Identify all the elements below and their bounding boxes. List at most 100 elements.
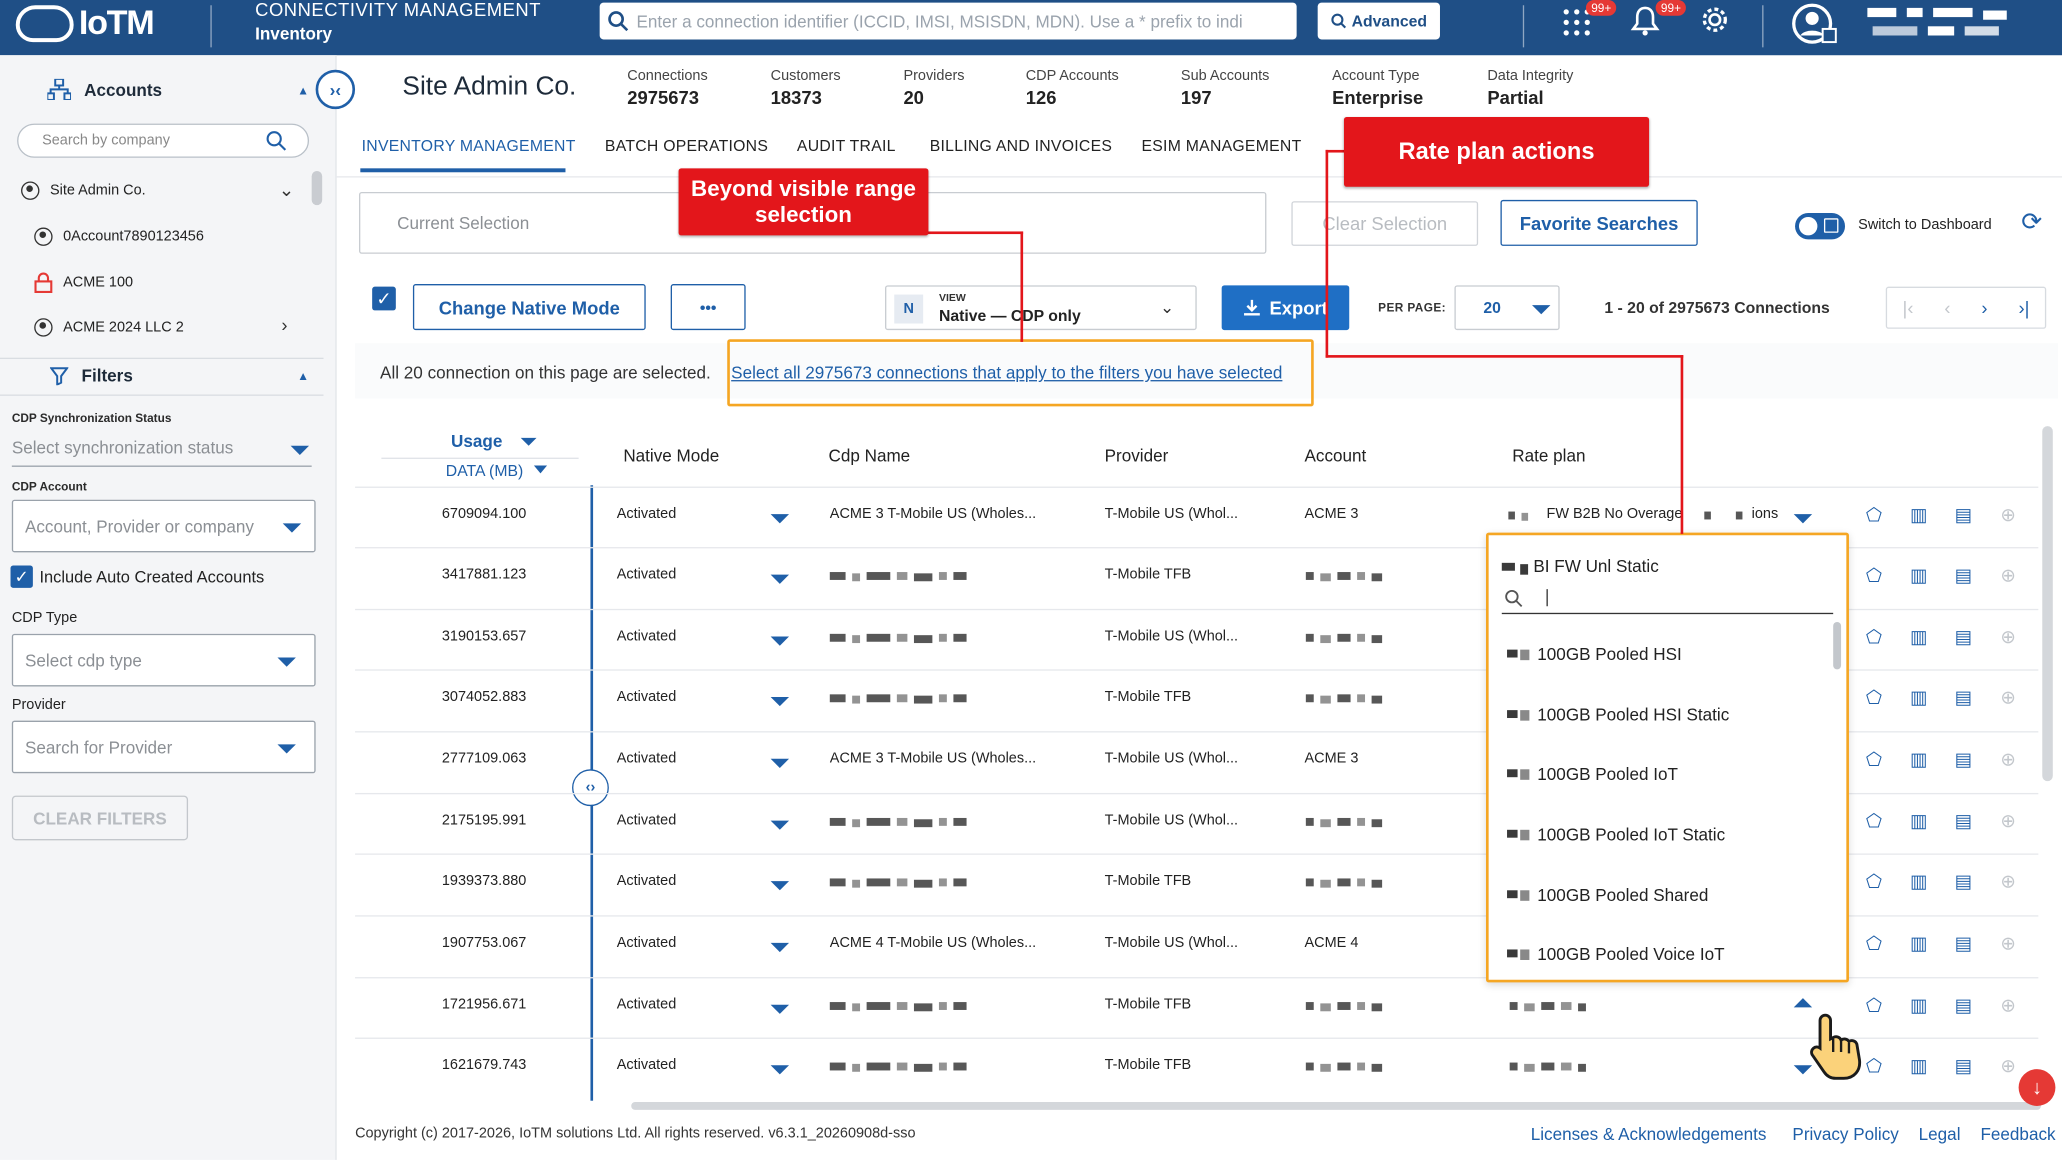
rate-plan-dropdown-icon[interactable]	[1793, 514, 1813, 524]
accounts-scrollbar[interactable]	[311, 170, 323, 206]
licenses-link[interactable]: Licenses & Acknowledgements	[1531, 1124, 1767, 1144]
label-icon[interactable]: ⬠	[1862, 810, 1886, 831]
chart-icon[interactable]: ▥	[1907, 686, 1931, 707]
add-doc-icon[interactable]: ⊕	[1996, 626, 2020, 647]
tab-inventory-management[interactable]: INVENTORY MANAGEMENT	[362, 137, 576, 155]
native-mode-dropdown-icon[interactable]	[770, 1065, 790, 1075]
sort-icon[interactable]	[533, 465, 548, 474]
add-doc-icon[interactable]: ⊕	[1996, 871, 2020, 892]
sidebar-collapse-icon[interactable]: ›‹	[315, 69, 356, 110]
cdp-type-select[interactable]: Select cdp type	[11, 633, 316, 687]
favorite-searches-button[interactable]: Favorite Searches	[1500, 199, 1698, 246]
add-doc-icon[interactable]: ⊕	[1996, 564, 2020, 585]
usage-header[interactable]: Usage	[451, 431, 502, 451]
table-horizontal-scrollbar[interactable]	[631, 1102, 2041, 1110]
comment-icon[interactable]: ▤	[1952, 686, 1976, 707]
rate-plan-dropdown-icon[interactable]	[1793, 998, 1813, 1008]
tab-billing-and-invoices[interactable]: BILLING AND INVOICES	[930, 137, 1112, 155]
rate-plan-option[interactable]: 100GB Pooled HSI	[1507, 644, 1823, 664]
cdp-account-select[interactable]: Account, Provider or company	[11, 499, 316, 553]
rate-plan-option[interactable]: 100GB Pooled Shared	[1507, 885, 1823, 905]
more-actions-button[interactable]: •••	[670, 284, 746, 331]
account-item-0account[interactable]: 0Account7890123456	[34, 227, 204, 246]
cdp-sync-select[interactable]: Select synchronization status	[11, 438, 312, 467]
rate-plan-search[interactable]	[1501, 585, 1834, 615]
dropdown-scrollbar[interactable]	[1833, 622, 1842, 670]
comment-icon[interactable]: ▤	[1952, 871, 1976, 892]
table-vertical-scrollbar[interactable]	[2042, 426, 2053, 782]
account-item-site-admin[interactable]: Site Admin Co.	[21, 181, 146, 200]
add-doc-icon[interactable]: ⊕	[1996, 932, 2020, 953]
native-mode-dropdown-icon[interactable]	[770, 758, 790, 768]
bell-icon[interactable]	[1630, 5, 1660, 43]
comment-icon[interactable]: ▤	[1952, 564, 1976, 585]
usage-sub-header[interactable]: DATA (MB)	[446, 462, 523, 480]
rate-plan-option[interactable]: 100GB Pooled IoT	[1507, 764, 1823, 784]
chart-icon[interactable]: ▥	[1907, 871, 1931, 892]
rate-plan-option[interactable]: 100GB Pooled HSI Static	[1507, 705, 1823, 725]
chart-icon[interactable]: ▥	[1907, 564, 1931, 585]
chevron-right-icon[interactable]: ›	[281, 314, 287, 335]
chart-icon[interactable]: ▥	[1907, 994, 1931, 1015]
dashboard-toggle[interactable]	[1795, 213, 1846, 240]
add-doc-icon[interactable]: ⊕	[1996, 1055, 2020, 1076]
label-icon[interactable]: ⬠	[1862, 748, 1886, 769]
add-doc-icon[interactable]: ⊕	[1996, 994, 2020, 1015]
select-all-checkbox[interactable]: ✓	[372, 286, 396, 311]
legal-link[interactable]: Legal	[1919, 1124, 1961, 1144]
label-icon[interactable]: ⬠	[1862, 871, 1886, 892]
comment-icon[interactable]: ▤	[1952, 932, 1976, 953]
native-mode-dropdown-icon[interactable]	[770, 574, 790, 584]
clear-selection-button[interactable]: Clear Selection	[1291, 201, 1479, 246]
comment-icon[interactable]: ▤	[1952, 504, 1976, 525]
provider-select[interactable]: Search for Provider	[11, 720, 316, 774]
label-icon[interactable]: ⬠	[1862, 686, 1886, 707]
tab-esim-management[interactable]: ESIM MANAGEMENT	[1141, 137, 1301, 155]
global-search[interactable]	[599, 2, 1297, 40]
native-mode-dropdown-icon[interactable]	[770, 636, 790, 646]
native-mode-dropdown-icon[interactable]	[770, 514, 790, 524]
comment-icon[interactable]: ▤	[1952, 626, 1976, 647]
include-auto-checkbox[interactable]: ✓	[10, 565, 33, 588]
first-page-icon[interactable]: |‹	[1903, 297, 1914, 318]
chart-icon[interactable]: ▥	[1907, 810, 1931, 831]
comment-icon[interactable]: ▤	[1952, 810, 1976, 831]
view-select[interactable]: N VIEW Native — CDP only ⌄	[885, 285, 1197, 331]
collapse-up-icon[interactable]: ▲	[297, 370, 309, 383]
sort-icon[interactable]	[520, 437, 537, 446]
native-mode-dropdown-icon[interactable]	[770, 881, 790, 891]
native-mode-dropdown-icon[interactable]	[770, 942, 790, 953]
rate-plan-option[interactable]: 100GB Pooled IoT Static	[1507, 825, 1823, 844]
native-mode-dropdown-icon[interactable]	[770, 820, 790, 830]
company-search-input[interactable]: Search by company	[17, 123, 310, 158]
native-mode-dropdown-icon[interactable]	[770, 1004, 790, 1014]
prev-page-icon[interactable]: ‹	[1944, 297, 1950, 318]
filters-section-header[interactable]: Filters	[49, 366, 133, 385]
label-icon[interactable]: ⬠	[1862, 504, 1886, 525]
comment-icon[interactable]: ▤	[1952, 994, 1976, 1015]
refresh-icon[interactable]: ⟳	[2021, 208, 2042, 238]
label-icon[interactable]: ⬠	[1862, 564, 1886, 585]
chart-icon[interactable]: ▥	[1907, 626, 1931, 647]
add-doc-icon[interactable]: ⊕	[1996, 748, 2020, 769]
rate-plan-dropdown[interactable]: BI FW Unl Static 100GB Pooled HSI 100GB P…	[1486, 532, 1849, 983]
label-icon[interactable]: ⬠	[1862, 626, 1886, 647]
tab-batch-operations[interactable]: BATCH OPERATIONS	[605, 137, 768, 155]
tab-audit-trail[interactable]: AUDIT TRAIL	[797, 137, 896, 155]
label-icon[interactable]: ⬠	[1862, 932, 1886, 953]
chevron-down-icon[interactable]: ⌄	[279, 179, 294, 201]
add-doc-icon[interactable]: ⊕	[1996, 810, 2020, 831]
next-page-icon[interactable]: ›	[1981, 297, 1987, 318]
chart-icon[interactable]: ▥	[1907, 748, 1931, 769]
account-item-acme-2024[interactable]: ACME 2024 LLC 2	[34, 318, 184, 337]
account-item-acme-100[interactable]: ACME 100	[34, 272, 133, 293]
native-mode-dropdown-icon[interactable]	[770, 696, 790, 707]
per-page-select[interactable]: 20	[1454, 285, 1560, 331]
brand-logo[interactable]: IoTM	[15, 3, 155, 44]
add-doc-icon[interactable]: ⊕	[1996, 686, 2020, 707]
collapse-up-icon[interactable]: ▲	[297, 84, 309, 97]
comment-icon[interactable]: ▤	[1952, 748, 1976, 769]
export-button[interactable]: Export	[1221, 285, 1350, 331]
comment-icon[interactable]: ▤	[1952, 1055, 1976, 1076]
clear-filters-button[interactable]: CLEAR FILTERS	[11, 795, 189, 841]
